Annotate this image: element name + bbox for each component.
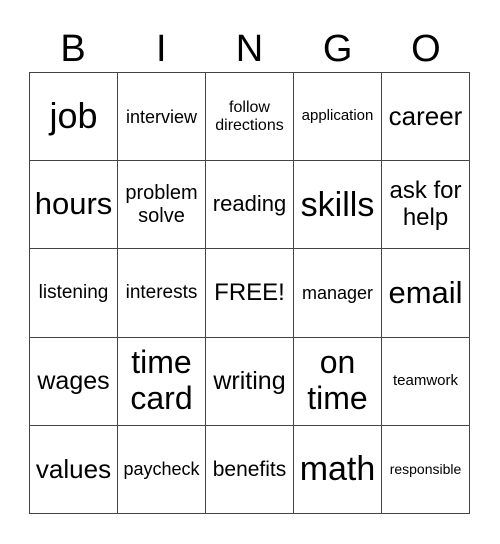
- bingo-cell[interactable]: interview: [118, 73, 206, 162]
- bingo-cell[interactable]: teamwork: [382, 337, 470, 426]
- bingo-cell[interactable]: wages: [30, 337, 118, 426]
- bingo-cell[interactable]: responsible: [382, 425, 470, 514]
- header-letter-i: I: [156, 28, 167, 70]
- bingo-cell[interactable]: email: [382, 249, 470, 338]
- bingo-cell[interactable]: manager: [294, 249, 382, 338]
- bingo-cell[interactable]: career: [382, 73, 470, 162]
- bingo-cell[interactable]: interests: [118, 249, 206, 338]
- bingo-cell[interactable]: application: [294, 73, 382, 162]
- bingo-cell[interactable]: reading: [206, 161, 294, 250]
- bingo-header: B I N G O: [29, 26, 470, 72]
- header-letter-n: N: [235, 28, 264, 70]
- bingo-cell[interactable]: listening: [30, 249, 118, 338]
- bingo-cell[interactable]: skills: [294, 161, 382, 250]
- bingo-cell[interactable]: time card: [118, 337, 206, 426]
- bingo-cell[interactable]: values: [30, 425, 118, 514]
- bingo-grid: job interview follow directions application…: [29, 72, 470, 514]
- bingo-cell[interactable]: follow directions: [206, 73, 294, 162]
- header-letter-g: G: [322, 28, 353, 70]
- bingo-cell[interactable]: job: [30, 73, 118, 162]
- header-letter-o: O: [411, 28, 441, 70]
- bingo-cell[interactable]: on time: [294, 337, 382, 426]
- header-letter-b: B: [60, 28, 86, 70]
- bingo-cell[interactable]: ask for help: [382, 161, 470, 250]
- bingo-cell[interactable]: hours: [30, 161, 118, 250]
- bingo-cell[interactable]: FREE!: [206, 249, 294, 338]
- bingo-cell[interactable]: math: [294, 425, 382, 514]
- bingo-cell[interactable]: paycheck: [118, 425, 206, 514]
- bingo-cell[interactable]: writing: [206, 337, 294, 426]
- bingo-cell[interactable]: problem solve: [118, 161, 206, 250]
- bingo-cell[interactable]: benefits: [206, 425, 294, 514]
